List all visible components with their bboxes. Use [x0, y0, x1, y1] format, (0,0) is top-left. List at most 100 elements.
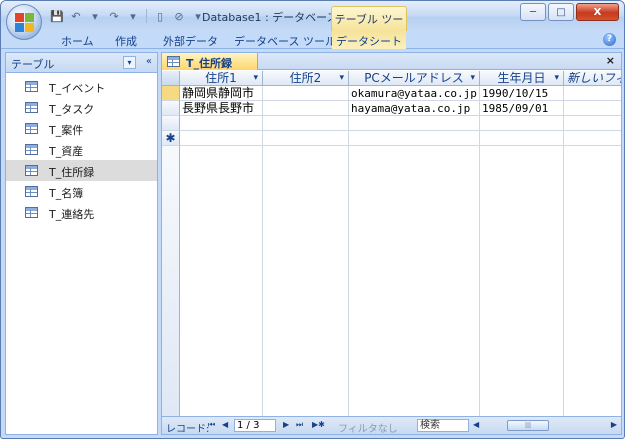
- first-record-icon[interactable]: ⏮: [208, 420, 215, 430]
- new-record-row: ✱: [162, 131, 621, 146]
- column-header[interactable]: 住所2 ▾: [263, 71, 349, 86]
- table-cell[interactable]: [564, 86, 621, 101]
- record-selector[interactable]: [162, 101, 180, 116]
- nav-item-t-address-book[interactable]: T_住所録: [6, 160, 157, 181]
- table-cell[interactable]: [349, 131, 480, 146]
- new-record-icon[interactable]: ✱: [162, 131, 180, 146]
- qat-separator: [146, 9, 147, 23]
- table-cell[interactable]: okamura@yataa.co.jp: [349, 86, 480, 101]
- nav-item-label: T_名簿: [49, 187, 84, 200]
- column-divider: [479, 146, 480, 416]
- previous-record-icon[interactable]: ◀: [222, 420, 228, 429]
- nav-item-label: T_資産: [49, 145, 84, 158]
- table-cell[interactable]: [263, 86, 349, 101]
- column-header[interactable]: PCメールアドレス ▾: [349, 71, 480, 86]
- table-cell[interactable]: [564, 101, 621, 116]
- table-cell[interactable]: 静岡県静岡市: [180, 86, 263, 101]
- new-document-icon[interactable]: ▯: [152, 8, 168, 24]
- nav-table-list: T_イベント T_タスク T_案件 T_資産 T_住所録 T_名簿 T_連絡先: [6, 73, 157, 223]
- column-header-label: PCメールアドレス: [364, 71, 464, 85]
- table-icon: [167, 56, 180, 67]
- table-cell[interactable]: [180, 131, 263, 146]
- column-divider: [348, 146, 349, 416]
- last-record-icon[interactable]: ⏭: [296, 420, 303, 430]
- column-header-label: 住所2: [289, 71, 322, 85]
- nav-item-t-task[interactable]: T_タスク: [6, 97, 157, 118]
- current-record-field[interactable]: 1 / 3: [234, 419, 276, 432]
- table-cell[interactable]: [263, 131, 349, 146]
- link-icon[interactable]: ⊘: [171, 8, 187, 24]
- record-selector[interactable]: [162, 116, 180, 131]
- chevron-down-icon[interactable]: ▾: [253, 71, 258, 85]
- table-icon: [25, 123, 38, 134]
- table-cell[interactable]: hayama@yataa.co.jp: [349, 101, 480, 116]
- record-selector-strip: [162, 146, 180, 416]
- add-new-field-header[interactable]: 新しいフィ: [564, 71, 621, 86]
- office-button[interactable]: [6, 4, 42, 40]
- table-cell[interactable]: [480, 116, 564, 131]
- table-row: 静岡県静岡市 okamura@yataa.co.jp 1990/10/15: [162, 86, 621, 101]
- nav-item-t-case[interactable]: T_案件: [6, 118, 157, 139]
- nav-pane-header[interactable]: テーブル ▾ «: [6, 53, 157, 73]
- close-document-icon[interactable]: ×: [606, 54, 615, 67]
- table-cell[interactable]: [263, 101, 349, 116]
- table-cell[interactable]: [480, 131, 564, 146]
- maximize-button[interactable]: □: [548, 3, 574, 21]
- filter-status[interactable]: フィルタなし: [338, 420, 398, 435]
- save-icon[interactable]: 💾: [49, 8, 65, 24]
- table-cell[interactable]: [263, 116, 349, 131]
- table-cell[interactable]: 長野県長野市: [180, 101, 263, 116]
- select-all-corner[interactable]: [162, 71, 180, 86]
- next-record-icon[interactable]: ▶: [283, 420, 289, 429]
- record-selector[interactable]: [162, 86, 180, 101]
- scroll-thumb[interactable]: |||: [507, 420, 549, 431]
- tab-create[interactable]: 作成: [115, 33, 137, 49]
- table-cell[interactable]: [180, 116, 263, 131]
- nav-item-t-contacts[interactable]: T_連絡先: [6, 202, 157, 223]
- nav-item-label: T_イベント: [49, 82, 106, 95]
- record-label: レコード:: [166, 424, 210, 435]
- tab-database-tools[interactable]: データベース ツール: [234, 33, 336, 49]
- table-icon: [25, 144, 38, 155]
- undo-dropdown-icon[interactable]: ▾: [87, 8, 103, 24]
- table-cell[interactable]: [564, 131, 621, 146]
- chevron-down-icon[interactable]: ▾: [554, 71, 559, 85]
- nav-item-t-event[interactable]: T_イベント: [6, 76, 157, 97]
- table-cell[interactable]: [349, 116, 480, 131]
- scroll-right-icon[interactable]: ▶: [611, 420, 617, 429]
- undo-icon[interactable]: ↶: [68, 8, 84, 24]
- table-icon: [25, 81, 38, 92]
- tab-home[interactable]: ホーム: [61, 33, 94, 49]
- nav-item-t-asset[interactable]: T_資産: [6, 139, 157, 160]
- navigation-pane: テーブル ▾ « T_イベント T_タスク T_案件 T_資産 T_住所録 T_…: [5, 52, 158, 435]
- title-bar: 💾 ↶ ▾ ↷ ▾ ▯ ⊘ ▾ Database1 : データベース ... テ…: [1, 1, 624, 42]
- collapse-pane-icon[interactable]: «: [146, 56, 152, 67]
- table-cell[interactable]: 1985/09/01: [480, 101, 564, 116]
- document-tab-t-address-book[interactable]: T_住所録: [162, 53, 258, 70]
- nav-item-label: T_タスク: [49, 103, 95, 116]
- chevron-down-icon[interactable]: ▾: [123, 56, 136, 69]
- nav-item-label: T_連絡先: [49, 208, 95, 221]
- scroll-left-icon[interactable]: ◀: [473, 420, 479, 429]
- minimize-button[interactable]: ─: [520, 3, 546, 21]
- column-header[interactable]: 生年月日 ▾: [480, 71, 564, 86]
- tab-datasheet[interactable]: データシート: [336, 35, 402, 48]
- document-tab-label: T_住所録: [186, 57, 233, 70]
- redo-icon[interactable]: ↷: [106, 8, 122, 24]
- table-cell[interactable]: 1990/10/15: [480, 86, 564, 101]
- help-icon[interactable]: ?: [603, 33, 616, 46]
- column-header-label: 住所1: [205, 71, 237, 85]
- table-icon: [25, 186, 38, 197]
- close-button[interactable]: X: [576, 3, 619, 21]
- context-tab-band: データシート: [332, 31, 406, 49]
- chevron-down-icon[interactable]: ▾: [339, 71, 344, 85]
- search-input[interactable]: 検索: [417, 419, 469, 432]
- horizontal-scrollbar[interactable]: ◀ ||| ▶: [473, 420, 619, 432]
- nav-item-t-roster[interactable]: T_名簿: [6, 181, 157, 202]
- table-cell[interactable]: [564, 116, 621, 131]
- redo-dropdown-icon[interactable]: ▾: [125, 8, 141, 24]
- tab-external-data[interactable]: 外部データ: [163, 33, 218, 49]
- column-header[interactable]: 住所1 ▾: [180, 71, 263, 86]
- chevron-down-icon[interactable]: ▾: [470, 71, 475, 85]
- new-record-nav-icon[interactable]: ▶✱: [312, 420, 325, 429]
